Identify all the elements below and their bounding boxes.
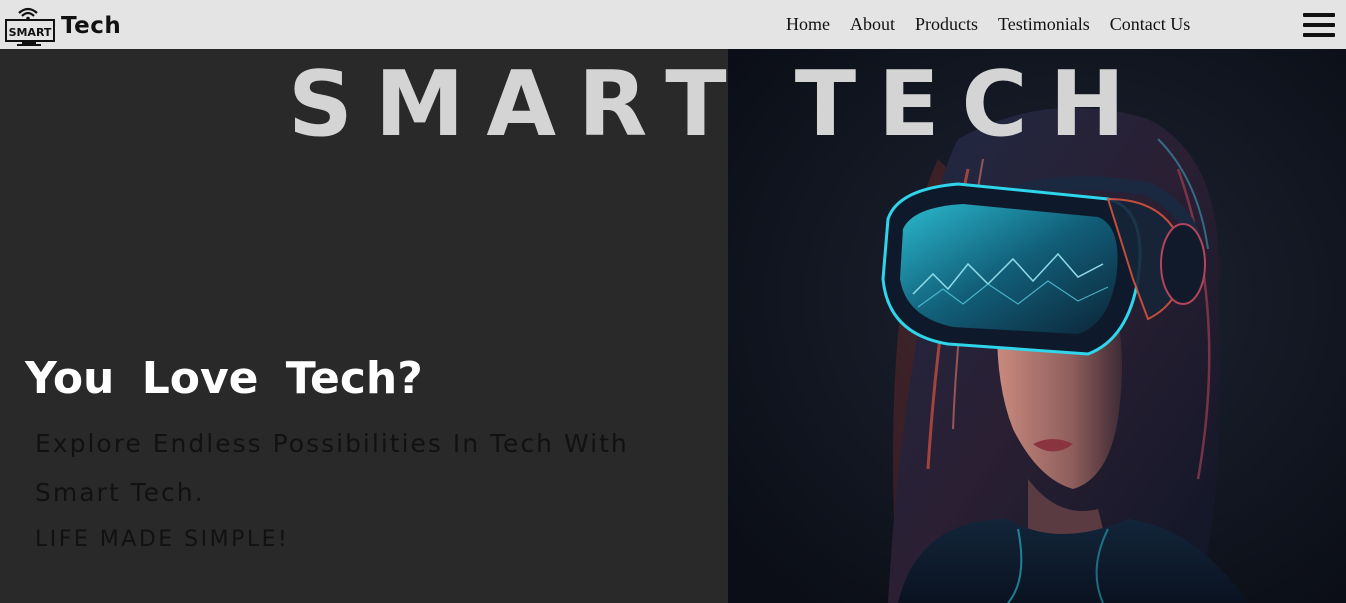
smart-tv-logo-icon: SMART (4, 3, 58, 47)
site-logo[interactable]: SMART Tech (4, 0, 121, 49)
hamburger-menu-icon[interactable] (1303, 13, 1335, 37)
navbar: SMART Tech Home About Products Testimoni… (0, 0, 1346, 49)
nav-testimonials[interactable]: Testimonials (998, 14, 1090, 35)
nav-about[interactable]: About (850, 14, 895, 35)
hero-subtext: Explore Endless Possibilities In Tech Wi… (35, 429, 629, 507)
nav-home[interactable]: Home (786, 14, 830, 35)
hero-title-word2: TECH (794, 52, 1147, 157)
nav-menu: Home About Products Testimonials Contact… (772, 0, 1210, 49)
hero-title-word1: SMART (288, 52, 749, 157)
nav-products[interactable]: Products (915, 14, 978, 35)
hero-tagline: LIFE MADE SIMPLE! (35, 527, 290, 552)
brand-name: Tech (61, 12, 122, 39)
hero-title: SMART TECH (288, 60, 1147, 150)
logo-badge-text: SMART (9, 26, 52, 39)
hero-headline: You Love Tech? (25, 353, 423, 404)
nav-contact-us[interactable]: Contact Us (1110, 14, 1191, 35)
